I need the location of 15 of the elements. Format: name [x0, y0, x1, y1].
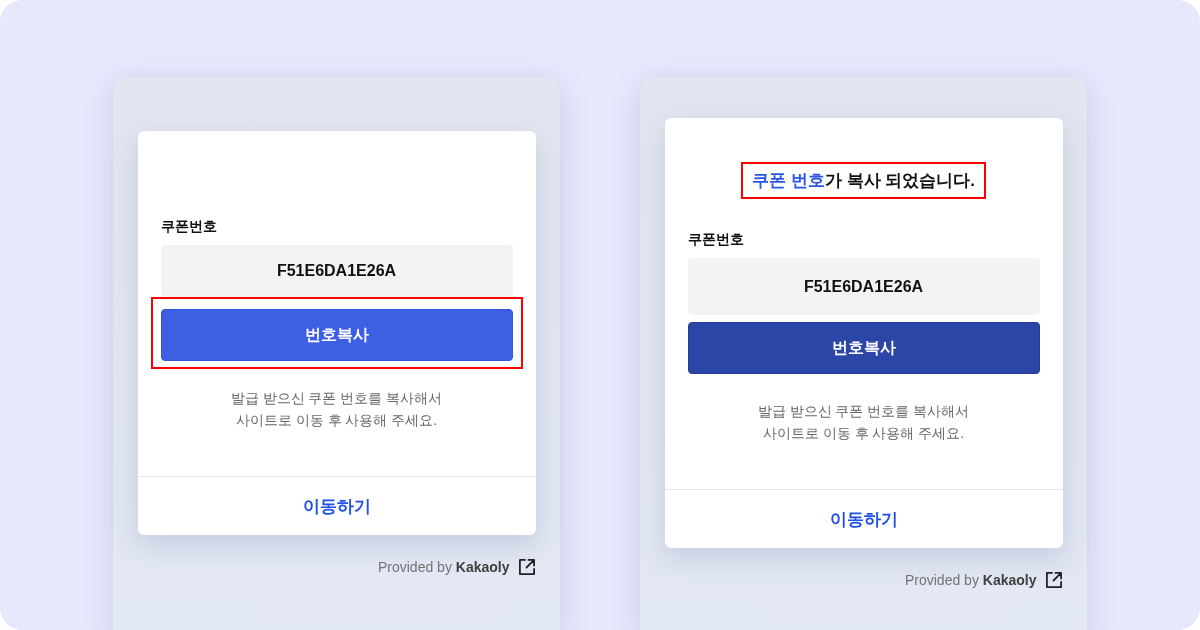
- coupon-code-field[interactable]: F51E6DA1E26A: [160, 245, 513, 297]
- coupon-code-field[interactable]: F51E6DA1E26A: [687, 258, 1040, 315]
- external-link-icon[interactable]: [517, 558, 536, 576]
- instruction-text: 발급 받으신 쿠폰 번호를 복사해서 사이트로 이동 후 사용해 주세요.: [229, 389, 444, 430]
- instruction-text: 발급 받으신 쿠폰 번호를 복사해서 사이트로 이동 후 사용해 주세요.: [756, 402, 971, 443]
- field-label: 쿠폰번호: [687, 230, 744, 249]
- copied-message: 쿠폰 번호가 복사 되었습니다.: [752, 170, 975, 191]
- go-link[interactable]: 이동하기: [829, 507, 898, 531]
- go-link[interactable]: 이동하기: [302, 494, 371, 518]
- copy-button[interactable]: 번호복사: [687, 322, 1040, 374]
- provider-text: Provided by Kakaoly: [904, 571, 1037, 589]
- field-label: 쿠폰번호: [160, 217, 217, 236]
- copy-button[interactable]: 번호복사: [160, 309, 513, 361]
- external-link-icon[interactable]: [1044, 571, 1063, 589]
- provider-text: Provided by Kakaoly: [377, 558, 510, 576]
